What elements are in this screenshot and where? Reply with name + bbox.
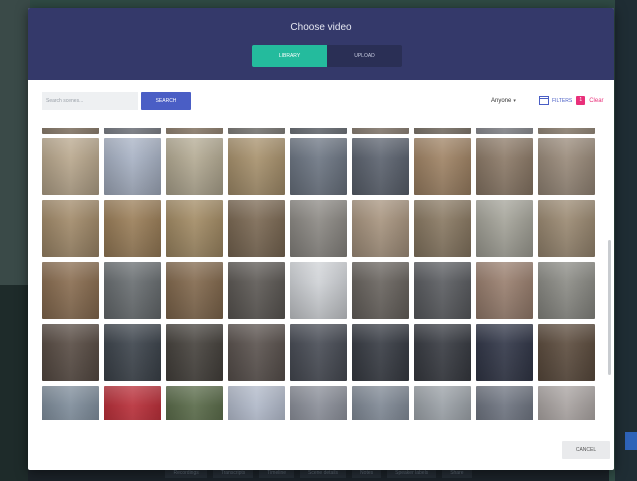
video-thumbnail[interactable] (104, 200, 161, 257)
video-thumbnail[interactable] (104, 138, 161, 195)
video-thumbnail[interactable] (104, 386, 161, 420)
search-input[interactable] (42, 92, 138, 110)
video-thumbnail[interactable] (166, 324, 223, 381)
background-panel-top (0, 0, 30, 285)
video-thumbnail[interactable] (42, 386, 99, 420)
tab-upload[interactable]: UPLOAD (327, 45, 402, 67)
video-thumbnail[interactable] (104, 262, 161, 319)
video-thumbnail[interactable] (290, 262, 347, 319)
video-thumbnail[interactable] (414, 386, 471, 420)
choose-video-modal: Choose video LIBRARY UPLOAD SEARCH Anyon… (28, 8, 614, 470)
modal-title: Choose video (290, 22, 352, 33)
video-thumbnail[interactable] (42, 138, 99, 195)
video-thumbnail-grid (42, 128, 602, 420)
video-thumbnail[interactable] (166, 138, 223, 195)
video-thumbnail[interactable] (352, 200, 409, 257)
grid-scrollbar[interactable] (608, 240, 611, 375)
video-thumbnail[interactable] (538, 262, 595, 319)
video-thumbnail[interactable] (166, 200, 223, 257)
video-thumbnail[interactable] (228, 262, 285, 319)
modal-header: Choose video LIBRARY UPLOAD (28, 8, 614, 80)
video-thumbnail[interactable] (538, 200, 595, 257)
video-thumbnail[interactable] (414, 262, 471, 319)
video-thumbnail[interactable] (538, 138, 595, 195)
filters-count-badge: 1 (576, 96, 586, 105)
video-thumbnail[interactable] (538, 128, 595, 134)
video-thumbnail[interactable] (352, 324, 409, 381)
video-thumbnail[interactable] (476, 324, 533, 381)
video-thumbnail[interactable] (476, 386, 533, 420)
video-thumbnail[interactable] (228, 324, 285, 381)
video-thumbnail[interactable] (414, 200, 471, 257)
source-toggle: LIBRARY UPLOAD (252, 45, 402, 67)
owner-filter-label: Anyone (491, 98, 512, 104)
video-thumbnail[interactable] (352, 262, 409, 319)
video-thumbnail[interactable] (166, 262, 223, 319)
video-thumbnail[interactable] (166, 386, 223, 420)
owner-filter-dropdown[interactable]: Anyone ▾ (491, 98, 516, 104)
tab-library[interactable]: LIBRARY (252, 45, 327, 67)
video-thumbnail[interactable] (290, 128, 347, 134)
video-thumbnail[interactable] (290, 386, 347, 420)
background-panel-right (615, 0, 637, 481)
video-thumbnail[interactable] (228, 386, 285, 420)
filters-control: FILTERS 1 Clear (539, 96, 604, 105)
clear-filters-link[interactable]: Clear (589, 98, 603, 104)
video-thumbnail[interactable] (42, 324, 99, 381)
video-thumbnail[interactable] (476, 262, 533, 319)
video-thumbnail[interactable] (538, 386, 595, 420)
video-thumbnail[interactable] (42, 128, 99, 134)
cancel-button[interactable]: CANCEL (562, 441, 610, 459)
filters-button[interactable]: FILTERS (552, 98, 572, 104)
video-thumbnail[interactable] (476, 200, 533, 257)
video-thumbnail[interactable] (476, 138, 533, 195)
video-thumbnail[interactable] (42, 200, 99, 257)
video-thumbnail[interactable] (352, 128, 409, 134)
video-thumbnail[interactable] (228, 128, 285, 134)
video-thumbnail[interactable] (42, 262, 99, 319)
video-thumbnail[interactable] (228, 200, 285, 257)
chevron-down-icon: ▾ (513, 98, 516, 104)
video-thumbnail[interactable] (414, 138, 471, 195)
video-thumbnail[interactable] (228, 138, 285, 195)
video-thumbnail[interactable] (290, 138, 347, 195)
video-thumbnail[interactable] (166, 128, 223, 134)
video-thumbnail[interactable] (352, 386, 409, 420)
video-thumbnail[interactable] (538, 324, 595, 381)
video-thumbnail[interactable] (104, 128, 161, 134)
background-button (625, 432, 637, 450)
video-thumbnail[interactable] (414, 128, 471, 134)
search-button[interactable]: SEARCH (141, 92, 191, 110)
calendar-icon[interactable] (539, 96, 549, 105)
video-thumbnail[interactable] (414, 324, 471, 381)
video-thumbnail[interactable] (476, 128, 533, 134)
video-thumbnail[interactable] (352, 138, 409, 195)
video-thumbnail[interactable] (290, 324, 347, 381)
video-thumbnail[interactable] (104, 324, 161, 381)
video-thumbnail[interactable] (290, 200, 347, 257)
